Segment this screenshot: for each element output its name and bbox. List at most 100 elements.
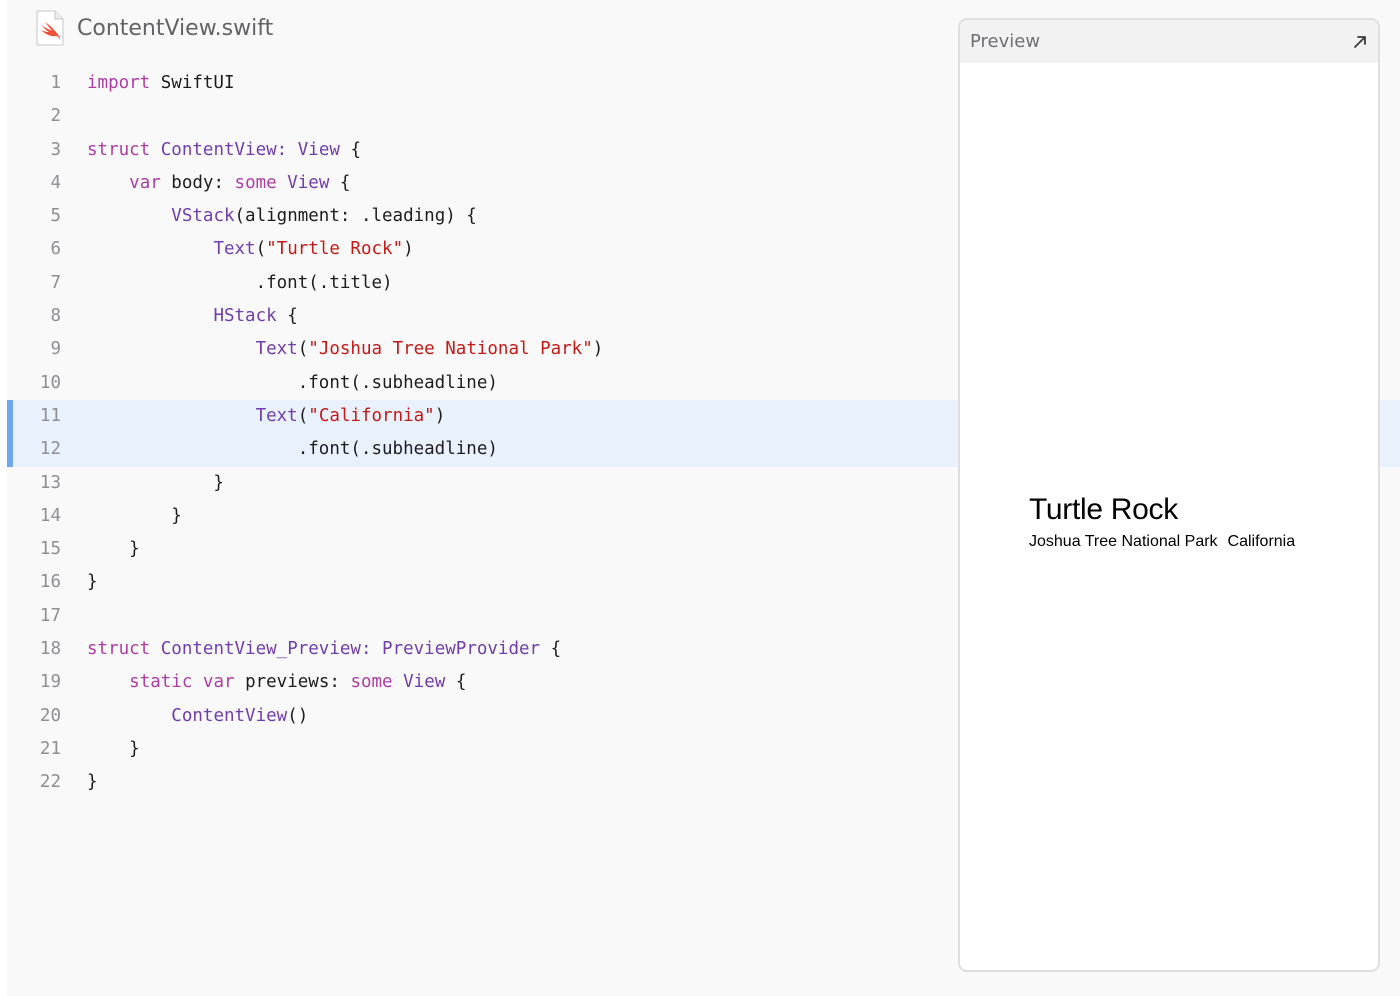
line-code: HStack { bbox=[87, 300, 298, 333]
line-number: 2 bbox=[50, 106, 61, 127]
code-token-type: Text bbox=[255, 339, 298, 360]
line-code: VStack(alignment: .leading) { bbox=[87, 200, 477, 233]
code-token-plain: } bbox=[87, 472, 224, 493]
code-token-plain: () bbox=[287, 705, 309, 726]
code-token-type: View bbox=[287, 172, 330, 193]
expand-arrow-icon[interactable] bbox=[1352, 34, 1368, 50]
line-code: .font(.title) bbox=[87, 267, 393, 300]
line-code: } bbox=[87, 500, 182, 533]
code-token-plain: previews: bbox=[234, 672, 351, 693]
line-number: 13 bbox=[39, 472, 61, 493]
code-token-plain: { bbox=[339, 139, 361, 160]
code-token-plain: .font(.subheadline) bbox=[87, 439, 498, 460]
line-number: 14 bbox=[39, 505, 61, 526]
preview-title: Preview bbox=[970, 31, 1041, 52]
line-number: 17 bbox=[39, 605, 61, 626]
line-code: Text("California") bbox=[87, 400, 446, 433]
code-token-plain: .font(.subheadline) bbox=[87, 372, 498, 393]
code-token-type: Text bbox=[213, 239, 256, 260]
line-code: import SwiftUI bbox=[87, 67, 235, 100]
line-number: 22 bbox=[39, 772, 61, 793]
line-code: Text("Joshua Tree National Park") bbox=[87, 333, 604, 366]
code-token-plain: { bbox=[445, 672, 467, 693]
line-code: .font(.subheadline) bbox=[87, 433, 498, 466]
code-token-keyword: var bbox=[129, 172, 161, 193]
line-number: 4 bbox=[50, 172, 61, 193]
preview-park-text: Joshua Tree National Park bbox=[1029, 533, 1218, 550]
code-token-plain: ) bbox=[403, 239, 414, 260]
code-token-plain: } bbox=[87, 505, 182, 526]
code-token-type: ContentView: bbox=[160, 139, 288, 160]
line-number: 16 bbox=[39, 572, 61, 593]
line-number: 12 bbox=[39, 439, 61, 460]
code-token-plain: ) bbox=[434, 405, 446, 426]
line-number: 21 bbox=[39, 738, 61, 759]
preview-panel: Preview Turtle Rock Joshua Tree National… bbox=[958, 18, 1380, 972]
line-code: ContentView() bbox=[87, 700, 308, 733]
line-code: static var previews: some View { bbox=[87, 666, 466, 699]
line-number: 19 bbox=[39, 672, 61, 693]
line-number: 6 bbox=[50, 239, 61, 260]
code-token-plain: body: bbox=[160, 172, 235, 193]
line-number: 11 bbox=[39, 405, 61, 426]
swift-file-icon bbox=[36, 10, 64, 46]
code-token-plain: } bbox=[87, 572, 98, 593]
code-token-keyword: struct bbox=[87, 639, 151, 660]
code-token-plain: { bbox=[329, 172, 351, 193]
code-token-type: VStack bbox=[171, 206, 235, 227]
code-token-plain: SwiftUI bbox=[150, 73, 235, 93]
code-token-plain: { bbox=[540, 639, 562, 660]
file-name[interactable]: ContentView.swift bbox=[77, 16, 273, 41]
code-token-keyword: some bbox=[350, 672, 393, 693]
line-number: 1 bbox=[50, 73, 61, 93]
code-token-plain: .font(.title) bbox=[87, 272, 393, 293]
code-token-plain: } bbox=[87, 738, 140, 759]
code-token-string: "Joshua Tree National Park" bbox=[308, 339, 593, 360]
line-code: } bbox=[87, 566, 98, 599]
preview-hstack: Joshua Tree National Park California bbox=[1029, 533, 1295, 551]
line-code: .font(.subheadline) bbox=[87, 367, 498, 400]
line-number: 8 bbox=[50, 306, 61, 327]
file-header: ContentView.swift bbox=[35, 8, 273, 48]
code-token-plain: } bbox=[87, 539, 140, 560]
code-token-string: "California" bbox=[308, 405, 435, 426]
line-number: 7 bbox=[50, 272, 61, 293]
line-code: struct ContentView_Preview: PreviewProvi… bbox=[87, 633, 561, 666]
code-token-keyword: some bbox=[234, 172, 277, 193]
code-token-keyword: static bbox=[129, 672, 193, 693]
code-token-type: View bbox=[297, 139, 340, 160]
preview-vstack: Turtle Rock Joshua Tree National Park Ca… bbox=[1029, 492, 1295, 551]
code-token-keyword: struct bbox=[87, 139, 151, 160]
line-number: 15 bbox=[39, 539, 61, 560]
line-number: 20 bbox=[39, 705, 61, 726]
code-token-keyword: import bbox=[87, 73, 151, 93]
line-number: 9 bbox=[50, 339, 61, 360]
code-token-keyword: var bbox=[202, 672, 235, 693]
line-code: var body: some View { bbox=[87, 167, 350, 200]
code-token-plain: ( bbox=[297, 405, 309, 426]
code-token-type: PreviewProvider bbox=[382, 639, 541, 660]
code-token-plain: ) bbox=[592, 339, 604, 360]
preview-header: Preview bbox=[960, 20, 1378, 63]
code-token-plain: ( bbox=[255, 239, 267, 260]
code-token-plain: { bbox=[276, 306, 298, 327]
code-token-string: "Turtle Rock" bbox=[266, 239, 404, 260]
code-token-type: View bbox=[403, 672, 446, 693]
preview-title-text: Turtle Rock bbox=[1029, 493, 1178, 526]
code-token-type: Text bbox=[255, 405, 298, 426]
line-number: 3 bbox=[50, 139, 61, 160]
